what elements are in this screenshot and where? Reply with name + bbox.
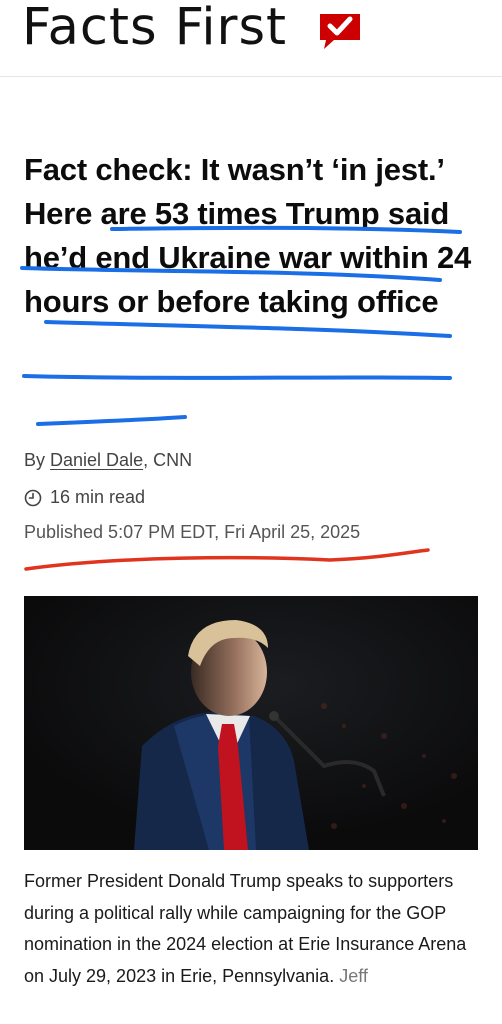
site-header: Facts First <box>0 0 502 77</box>
headline-main: Here are 53 times Trump said he’d end Uk… <box>24 196 472 319</box>
red-underline <box>24 548 430 571</box>
brand-logo-text[interactable]: Facts First <box>22 0 287 57</box>
clock-icon <box>24 489 42 506</box>
byline-outlet: , CNN <box>143 450 193 470</box>
blue-underline-5 <box>36 415 187 426</box>
check-badge-icon <box>320 14 360 49</box>
lead-photo[interactable] <box>24 596 478 850</box>
read-time: 16 min read <box>24 487 145 508</box>
photo-credit: Jeff <box>339 965 368 986</box>
blue-underline-4 <box>22 374 452 380</box>
caption-text: Former President Donald Trump speaks to … <box>24 871 467 986</box>
article-headline: Fact check: It wasn’t ‘in jest.’ Here ar… <box>24 148 479 324</box>
read-time-text: 16 min read <box>50 487 146 507</box>
author-link[interactable]: Daniel Dale <box>50 450 143 470</box>
byline-prefix: By <box>24 450 46 470</box>
photo-caption: Former President Donald Trump speaks to … <box>24 866 474 992</box>
headline-lead: Fact check: It wasn’t ‘in jest.’ <box>24 152 444 187</box>
photo-illustration <box>24 596 478 850</box>
blue-underline-3 <box>44 320 452 338</box>
publish-timestamp: Published 5:07 PM EDT, Fri April 25, 202… <box>24 522 361 542</box>
byline: By Daniel Dale, CNN <box>24 450 192 471</box>
